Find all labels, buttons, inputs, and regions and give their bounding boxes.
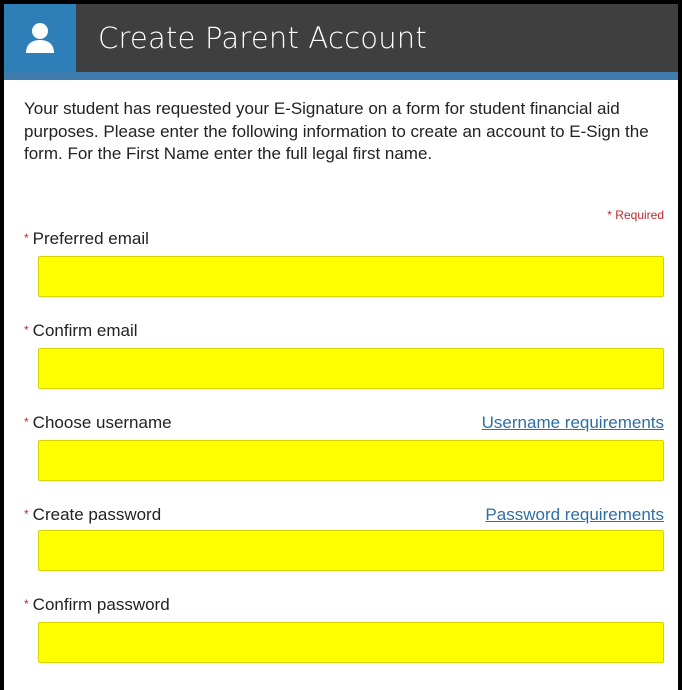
header-accent-strip bbox=[4, 72, 678, 80]
preferred-email-label: * Preferred email bbox=[24, 229, 149, 249]
create-account-panel: Create Parent Account Your student has r… bbox=[0, 0, 682, 690]
choose-username-label-text: Choose username bbox=[32, 413, 172, 432]
required-marker: * bbox=[24, 507, 29, 521]
required-marker: * bbox=[24, 597, 29, 611]
panel-header: Create Parent Account bbox=[4, 4, 678, 80]
preferred-email-input[interactable] bbox=[38, 256, 664, 297]
choose-username-label: * Choose username bbox=[24, 413, 172, 433]
confirm-email-input[interactable] bbox=[38, 348, 664, 389]
confirm-email-label: * Confirm email bbox=[24, 321, 138, 341]
page-title: Create Parent Account bbox=[98, 21, 427, 55]
required-note: * Required bbox=[607, 208, 664, 222]
intro-text: Your student has requested your E-Signat… bbox=[24, 99, 649, 163]
required-marker: * bbox=[24, 415, 29, 429]
create-password-label: * Create password bbox=[24, 505, 161, 525]
required-marker: * bbox=[24, 231, 29, 245]
required-marker: * bbox=[24, 323, 29, 337]
confirm-email-label-text: Confirm email bbox=[32, 321, 138, 340]
confirm-password-label: * Confirm password bbox=[24, 595, 170, 615]
choose-username-input[interactable] bbox=[38, 440, 664, 481]
header-icon-box bbox=[4, 4, 76, 72]
create-password-label-text: Create password bbox=[32, 505, 162, 524]
password-requirements-link[interactable]: Password requirements bbox=[485, 505, 664, 525]
confirm-password-input[interactable] bbox=[38, 622, 664, 663]
panel-left-border bbox=[0, 0, 4, 690]
create-password-input[interactable] bbox=[38, 530, 664, 571]
user-icon bbox=[26, 23, 54, 53]
preferred-email-label-text: Preferred email bbox=[32, 229, 149, 248]
confirm-password-label-text: Confirm password bbox=[32, 595, 170, 614]
username-requirements-link[interactable]: Username requirements bbox=[482, 413, 664, 433]
